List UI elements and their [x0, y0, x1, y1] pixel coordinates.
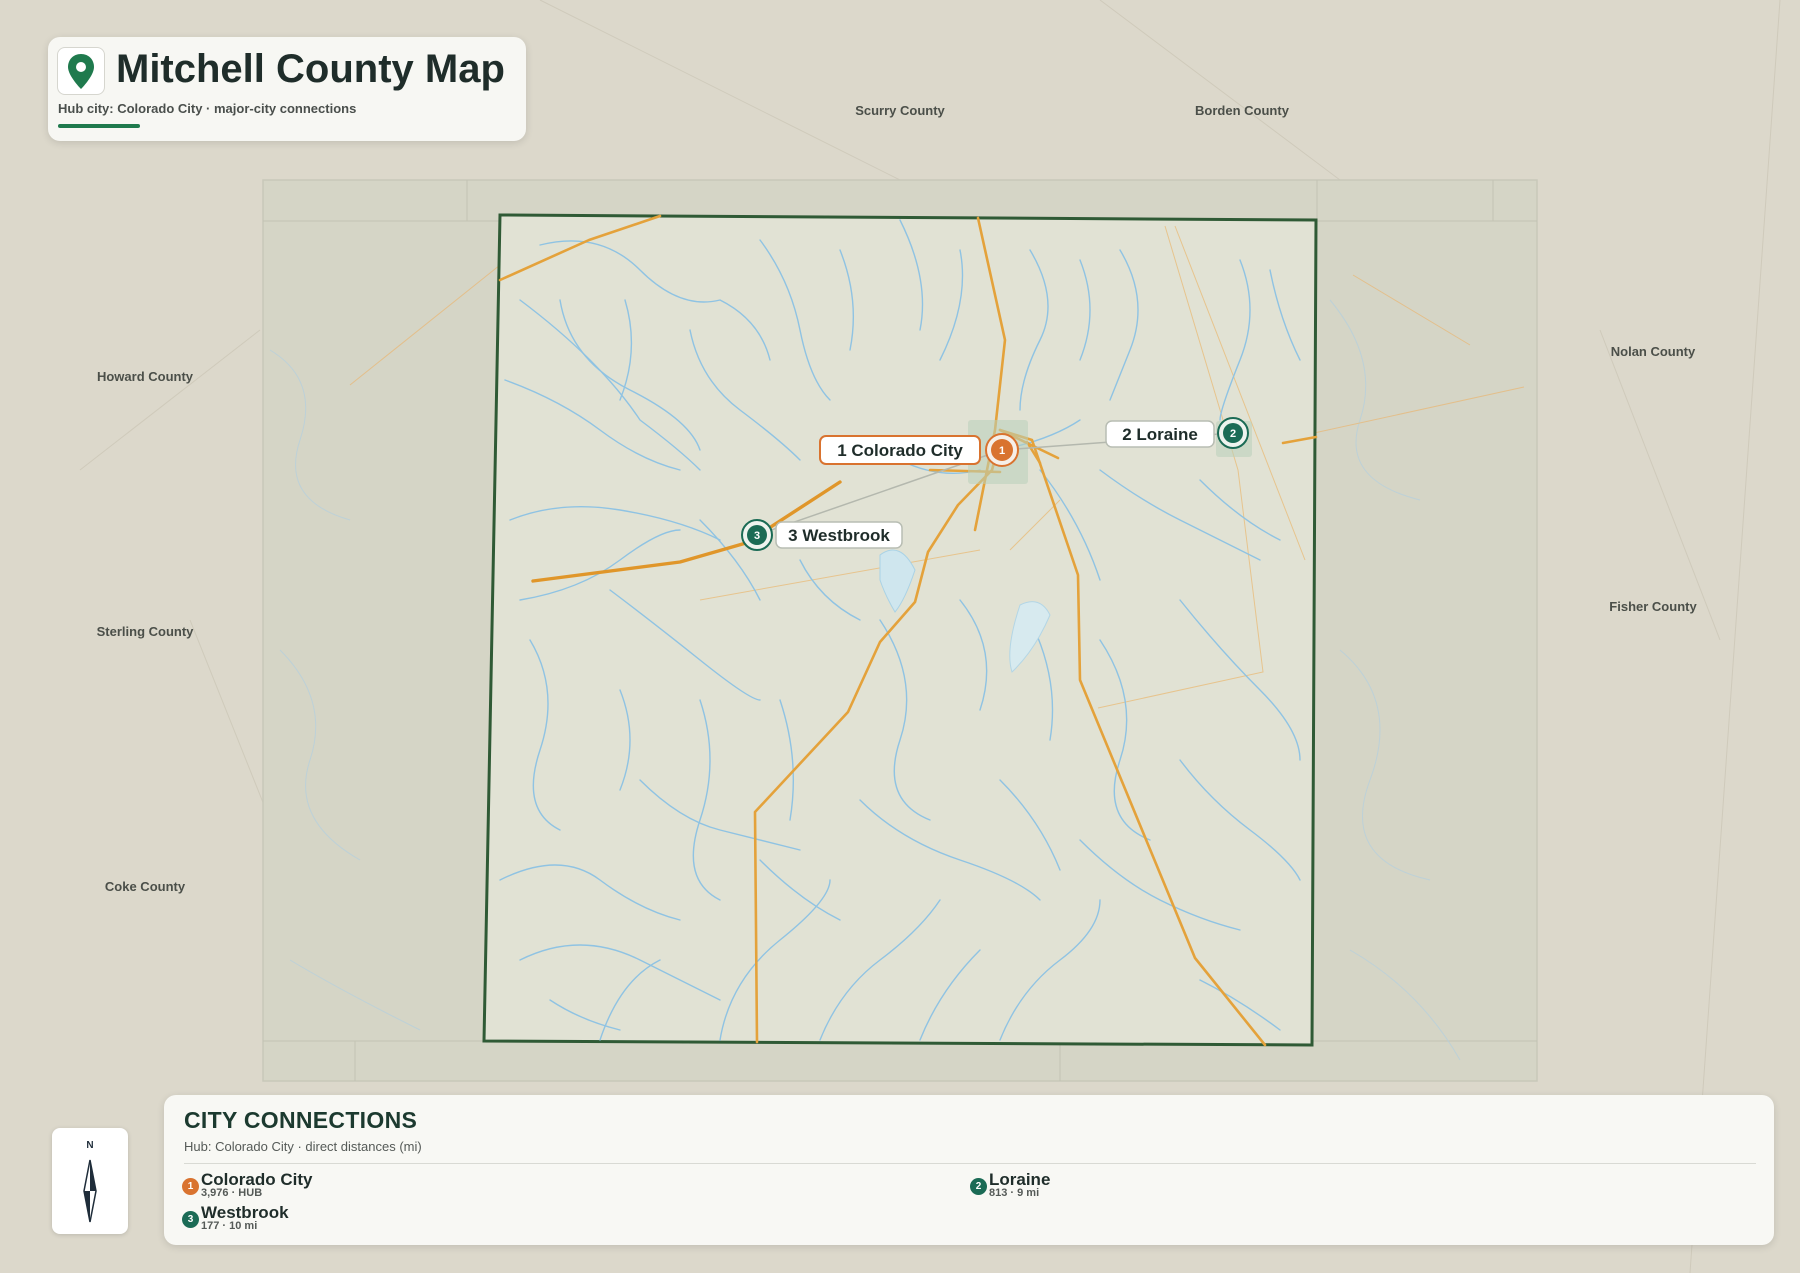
county-label: Nolan County: [1611, 344, 1696, 359]
compass-north-label: N: [86, 1140, 94, 1151]
legend-subtitle: Hub: Colorado City · direct distances (m…: [184, 1139, 422, 1154]
marker-number: 3: [754, 530, 760, 542]
compass: N: [52, 1128, 128, 1234]
city-connections-panel: CITY CONNECTIONS Hub: Colorado City · di…: [164, 1095, 1774, 1245]
county-label: Fisher County: [1609, 599, 1697, 614]
legend-item-loraine[interactable]: 2 Loraine 813 · 9 mi: [970, 1170, 1270, 1200]
legend-marker: 2: [970, 1178, 987, 1195]
map-canvas[interactable]: Scurry County Borden County Howard Count…: [0, 0, 1800, 1273]
compass-needle-icon: [83, 1159, 97, 1223]
page-title: Mitchell County Map: [116, 47, 505, 91]
county-label: Coke County: [105, 879, 186, 894]
marker-number: 2: [1230, 428, 1236, 440]
city-label: 1 Colorado City: [837, 441, 963, 460]
legend-item-colorado-city[interactable]: 1 Colorado City 3,976 · HUB: [182, 1170, 482, 1200]
city-marker-loraine[interactable]: 2 Loraine 2: [1105, 417, 1249, 449]
marker-number: 1: [999, 445, 1005, 457]
title-accent-bar: [58, 124, 140, 128]
legend-city-meta: 3,976 · HUB: [201, 1187, 263, 1199]
legend-city-meta: 177 · 10 mi: [201, 1220, 258, 1232]
county-label: Sterling County: [97, 624, 195, 639]
legend-marker: 3: [182, 1211, 199, 1228]
legend-city-meta: 813 · 9 mi: [989, 1187, 1040, 1199]
county-label: Howard County: [97, 369, 194, 384]
legend-title: CITY CONNECTIONS: [184, 1107, 418, 1133]
county-label: Scurry County: [855, 103, 945, 118]
legend-item-westbrook[interactable]: 3 Westbrook 177 · 10 mi: [182, 1203, 482, 1233]
page-subtitle: Hub city: Colorado City · major-city con…: [58, 101, 357, 116]
county-label: Borden County: [1195, 103, 1290, 118]
mitchell-county-boundary: [482, 213, 1318, 1047]
city-label: 2 Loraine: [1122, 425, 1198, 444]
legend-divider: [184, 1163, 1756, 1164]
map-pin-icon: [57, 47, 105, 95]
city-label: 3 Westbrook: [788, 526, 890, 545]
title-card: Mitchell County Map Hub city: Colorado C…: [48, 37, 526, 141]
city-marker-westbrook[interactable]: 3 Westbrook 3: [741, 519, 903, 551]
legend-marker: 1: [182, 1178, 199, 1195]
